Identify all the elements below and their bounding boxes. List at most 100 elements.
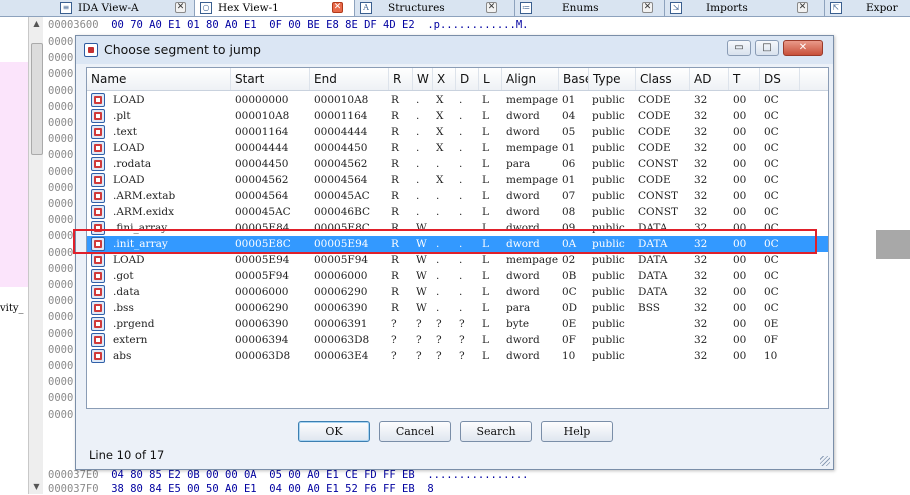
cell-ad: 32 [694,174,708,186]
close-icon[interactable]: ✕ [332,2,343,13]
close-icon[interactable]: ✕ [642,2,653,13]
hex-address-prefix: 0000 [48,343,74,356]
table-row[interactable]: .prgend 00006390 00006391???? Lbyte 0E public… [87,316,828,332]
table-row[interactable]: .got 00005F94 00006000 R W.. Ldword 0B public DA… [87,268,828,284]
hex-address-prefix: 0000 [48,295,74,308]
cell-align: dword [506,286,540,298]
cell-type: public [592,174,625,186]
scroll-up-icon[interactable]: ▲ [32,19,41,28]
cell-d: . [459,206,463,218]
help-button[interactable]: Help [541,421,613,442]
close-icon[interactable]: ✕ [797,2,808,13]
cell-r: R [391,270,399,282]
hex-address-prefix: 0000 [48,52,74,65]
cell-ad: 32 [694,158,708,170]
left-pane-label: vity_ [0,303,24,314]
cell-x: ? [436,318,442,330]
hex-bytes: 38 80 84 E5 00 50 A0 E1 04 00 A0 E1 52 F… [111,483,415,495]
tab-ida-view-a[interactable]: ≡ IDA View-A ✕ [55,0,195,16]
column-header-base[interactable]: Base [559,68,589,90]
table-row[interactable]: LOAD 00005E94 00005F94 R W.. Lmempage 02 public… [87,252,828,268]
cell-w: . [416,158,420,170]
cell-name: extern [113,334,148,346]
cell-l: L [482,142,489,154]
column-header-l[interactable]: L [479,68,502,90]
highlight-box [73,229,817,254]
hex-line[interactable]: 000037E0 04 80 85 E2 0B 00 00 0A 05 00 A… [48,469,528,481]
cell-ad: 32 [694,94,708,106]
tab-structures[interactable]: A Structures ✕ [355,0,515,16]
table-row[interactable]: .data 00006000 00006290 R W.. Ldword 0C public D… [87,284,828,300]
tab-enums[interactable]: ≔ Enums ✕ [515,0,665,16]
segment-icon [91,285,105,299]
column-header-end[interactable]: End [310,68,389,90]
table-row[interactable]: .ARM.exidx 000045AC 000046BC R... Ldword 08 pu… [87,204,828,220]
close-icon[interactable]: ✕ [175,2,186,13]
table-row[interactable]: abs 000063D8 000063E4???? Ldword 10 public 32 0… [87,348,828,364]
close-button[interactable]: ✕ [783,40,823,56]
column-header-d[interactable]: D [456,68,479,90]
column-header-r[interactable]: R [389,68,413,90]
cell-x: ? [436,334,442,346]
table-row[interactable]: LOAD 00004562 00004564 R. X. Lmempage 01 public… [87,172,828,188]
minimize-button[interactable]: ▭ [727,40,751,56]
cell-start: 00005E94 [235,254,290,266]
column-header-name[interactable]: Name [87,68,231,90]
cell-name: .plt [113,110,131,122]
hex-line[interactable]: 00003600 00 70 A0 E1 01 80 A0 E1 0F 00 B… [48,19,528,31]
cell-start: 000010A8 [235,110,290,122]
maximize-button[interactable]: □ [755,40,779,56]
cell-base: 06 [562,158,576,170]
cell-end: 00006391 [314,318,368,330]
hex-address-prefix: 0000 [48,133,74,146]
table-row[interactable]: extern 00006394 000063D8???? Ldword 0F public… [87,332,828,348]
tab-imports[interactable]: ⇲ Imports ✕ [665,0,825,16]
tab-hex-view-1[interactable]: ○ Hex View-1 ✕ [195,0,355,16]
column-header-t[interactable]: T [729,68,760,90]
cell-ds: 0C [764,174,779,186]
close-icon[interactable]: ✕ [486,2,497,13]
table-row[interactable]: LOAD 00000000 000010A8 R. X. Lmempage 01 public… [87,92,828,108]
table-row[interactable]: .bss 00006290 00006390 R W.. Lpara 0D public BSS… [87,300,828,316]
resize-grip-icon[interactable] [820,456,830,466]
column-header-x[interactable]: X [433,68,456,90]
tab-bar: ≡ IDA View-A ✕ ○ Hex View-1 ✕ A Structur… [0,0,910,17]
cancel-button[interactable]: Cancel [379,421,451,442]
segment-icon [91,349,105,363]
ok-button[interactable]: OK [298,421,370,442]
tab-exports[interactable]: ⇱ Expor [825,0,910,16]
column-header-class[interactable]: Class [636,68,690,90]
table-row[interactable]: LOAD 00004444 00004450 R. X. Lmempage 01 public… [87,140,828,156]
table-row[interactable]: .rodata 00004450 00004562 R... Lpara 06 public… [87,156,828,172]
cell-align: byte [506,318,530,330]
scrollbar-thumb[interactable] [31,43,43,155]
search-button[interactable]: Search [460,421,532,442]
hex-address-prefix: 0000 [48,360,74,372]
cell-class [638,316,690,332]
column-header-ad[interactable]: AD [690,68,729,90]
scroll-down-icon[interactable]: ▼ [32,482,41,491]
column-header-type[interactable]: Type [589,68,636,90]
cell-w: . [416,110,420,122]
cell-ds: 0C [764,286,779,298]
cell-base: 0B [562,270,577,282]
cell-t: 00 [733,270,747,282]
table-row[interactable]: .text 00001164 00004444 R. X. Ldword 05 public C… [87,124,828,140]
table-row[interactable]: .ARM.extab 00004564 000045AC R... Ldword 07 pu… [87,188,828,204]
cell-r: ? [391,334,397,346]
cell-l: L [482,270,489,282]
cell-r: ? [391,350,397,362]
column-header-ds[interactable]: DS [760,68,800,90]
column-header-start[interactable]: Start [231,68,310,90]
column-header-w[interactable]: W [413,68,433,90]
cell-ds: 10 [764,350,778,362]
vertical-scrollbar[interactable]: ▲ ▼ [28,17,44,494]
table-row[interactable]: .plt 000010A8 00001164 R. X. Ldword 04 public CO… [87,108,828,124]
cell-class: CODE [638,142,671,154]
cell-type: public [592,270,625,282]
hex-line[interactable]: 000037F0 38 80 84 E5 00 50 A0 E1 04 00 A… [48,483,434,495]
dialog-titlebar[interactable]: Choose segment to jump ▭ □ ✕ [76,36,833,64]
cell-class [638,332,690,348]
column-header-align[interactable]: Align [502,68,559,90]
left-pane-highlight [0,62,28,287]
